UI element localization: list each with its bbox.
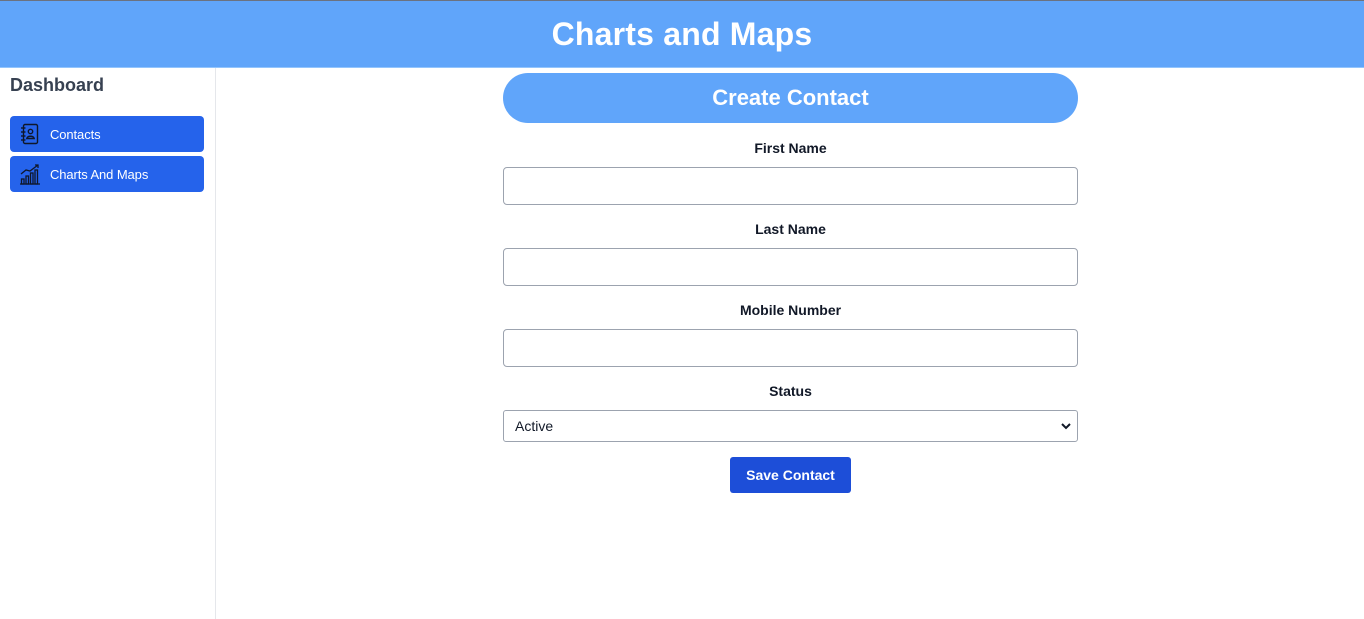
- sidebar-item-label: Charts And Maps: [50, 166, 149, 182]
- chevron-down-icon: [1061, 423, 1071, 430]
- mobile-number-input[interactable]: [503, 329, 1078, 367]
- status-select[interactable]: Active: [503, 410, 1078, 442]
- top-header: Charts and Maps: [0, 0, 1364, 68]
- sidebar: Dashboard Contacts Charts And Maps: [0, 68, 216, 619]
- last-name-input[interactable]: [503, 248, 1078, 286]
- mobile-number-label: Mobile Number: [739, 302, 842, 318]
- main-content: Create Contact First Name Last Name Mobi…: [216, 68, 1364, 619]
- sidebar-item-charts-and-maps[interactable]: Charts And Maps: [10, 156, 204, 192]
- last-name-label: Last Name: [755, 221, 826, 237]
- contacts-book-icon: [10, 116, 50, 152]
- form-title: Create Contact: [503, 73, 1078, 123]
- save-contact-button[interactable]: Save Contact: [730, 457, 851, 493]
- page-title: Charts and Maps: [551, 15, 813, 52]
- create-contact-form: Create Contact First Name Last Name Mobi…: [503, 73, 1078, 493]
- sidebar-title: Dashboard: [10, 75, 105, 95]
- chart-trend-icon: [10, 156, 50, 192]
- first-name-input[interactable]: [503, 167, 1078, 205]
- status-selected-value: Active: [515, 418, 554, 434]
- status-label: Status: [769, 383, 812, 399]
- first-name-label: First Name: [754, 140, 827, 156]
- sidebar-item-contacts[interactable]: Contacts: [10, 116, 204, 152]
- sidebar-item-label: Contacts: [50, 126, 101, 142]
